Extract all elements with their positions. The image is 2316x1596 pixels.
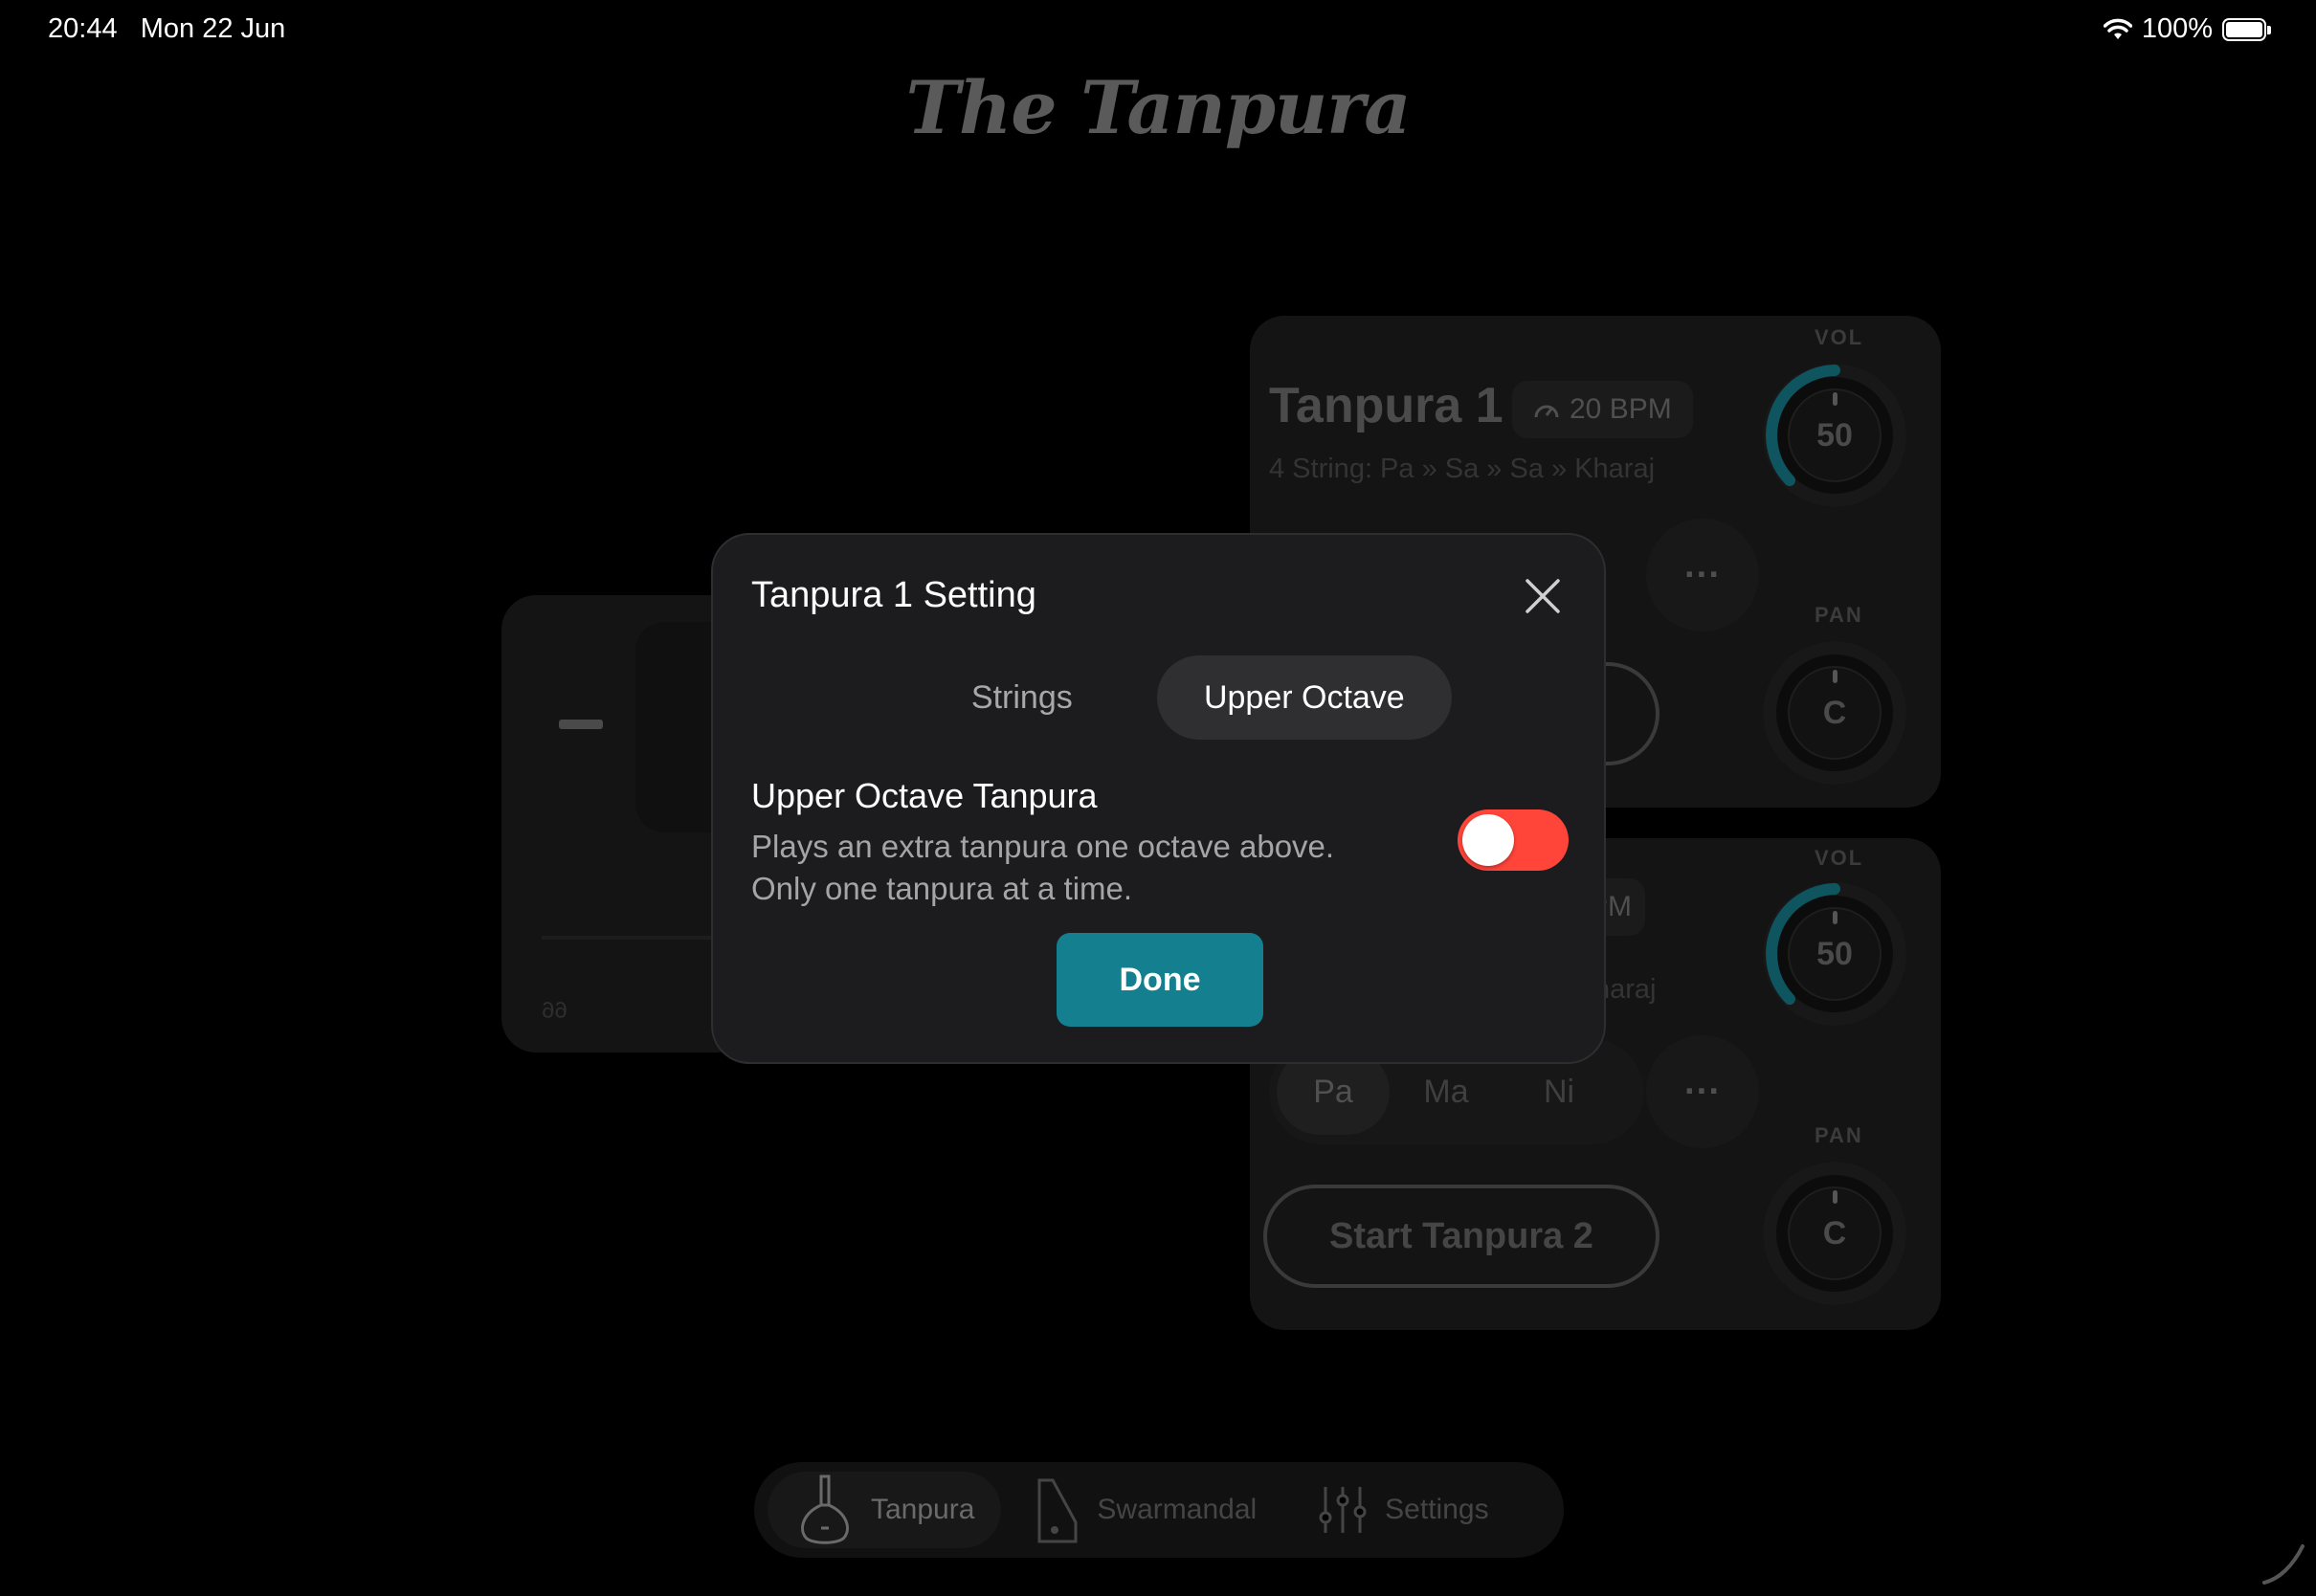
bottom-tab-bar: Tanpura Swarmandal Settings	[754, 1462, 1564, 1558]
segmented-control: Strings Upper Octave	[887, 655, 1452, 740]
option-desc-line-1: Plays an extra tanpura one octave above.	[751, 829, 1335, 864]
bpm-text: 20 BPM	[1570, 393, 1672, 425]
status-indicators: 100%	[2103, 13, 2271, 45]
tab-settings-label: Settings	[1385, 1494, 1489, 1525]
swarmandal-icon	[1037, 1478, 1078, 1543]
settings-modal: Tanpura 1 Setting Strings Upper Octave U…	[711, 533, 1606, 1064]
tanpura-2-volume-knob[interactable]: 50	[1763, 882, 1906, 1026]
battery-icon	[2222, 17, 2271, 41]
status-time: 20:44 Mon 22 Jun	[48, 13, 285, 45]
modal-title: Tanpura 1 Setting	[751, 575, 1036, 615]
vol-label-2: VOL	[1815, 846, 1864, 870]
vol-label: VOL	[1815, 325, 1864, 349]
tanpura-1-bpm[interactable]: 20 BPM	[1512, 381, 1693, 438]
tanpura-1-pan-knob[interactable]: C	[1763, 641, 1906, 785]
tab-upper-octave[interactable]: Upper Octave	[1156, 655, 1452, 740]
option-description: Plays an extra tanpura one octave above.…	[751, 826, 1421, 910]
status-bar: 20:44 Mon 22 Jun 100%	[0, 0, 2316, 61]
tab-tanpura-label: Tanpura	[871, 1494, 975, 1525]
wifi-icon	[2103, 18, 2132, 39]
tanpura-2-start-button[interactable]: Start Tanpura 2	[1263, 1185, 1659, 1288]
tanpura-1-strings: 4 String: Pa » Sa » Sa » Kharaj	[1269, 454, 1656, 484]
upper-octave-toggle[interactable]	[1458, 809, 1569, 871]
close-icon[interactable]	[1522, 575, 1564, 617]
pan-label-2: PAN	[1815, 1123, 1863, 1147]
tanpura-1-volume-knob[interactable]: 50	[1763, 364, 1906, 507]
sliders-icon	[1319, 1487, 1367, 1533]
tanpura-icon	[801, 1474, 849, 1544]
done-button[interactable]: Done	[1057, 933, 1263, 1027]
tab-settings[interactable]: Settings	[1289, 1472, 1515, 1548]
app-logo: The Tanpura	[905, 65, 1411, 150]
corner-gesture-icon	[2262, 1544, 2305, 1585]
battery-percent: 100%	[2141, 13, 2213, 44]
minus-button[interactable]	[559, 720, 603, 729]
date-text: Mon 22 Jun	[140, 13, 286, 44]
tanpura-1-more-button[interactable]: ···	[1646, 519, 1759, 632]
slider-min-label: 99	[542, 996, 568, 1022]
option-desc-line-2: Only one tanpura at a time.	[751, 871, 1133, 906]
tab-swarmandal-label: Swarmandal	[1097, 1494, 1258, 1525]
tab-swarmandal[interactable]: Swarmandal	[1007, 1472, 1283, 1548]
pan-label: PAN	[1815, 603, 1863, 627]
option-title: Upper Octave Tanpura	[751, 776, 1098, 815]
tanpura-1-title: Tanpura 1	[1269, 378, 1503, 433]
toggle-knob	[1462, 814, 1514, 866]
time-text: 20:44	[48, 13, 118, 44]
tab-tanpura[interactable]: Tanpura	[768, 1472, 1002, 1548]
tab-strings[interactable]: Strings	[887, 655, 1157, 740]
tanpura-2-pan-knob[interactable]: C	[1763, 1162, 1906, 1305]
speedometer-icon	[1534, 405, 1559, 418]
tanpura-2-more-button[interactable]: ···	[1646, 1035, 1759, 1148]
